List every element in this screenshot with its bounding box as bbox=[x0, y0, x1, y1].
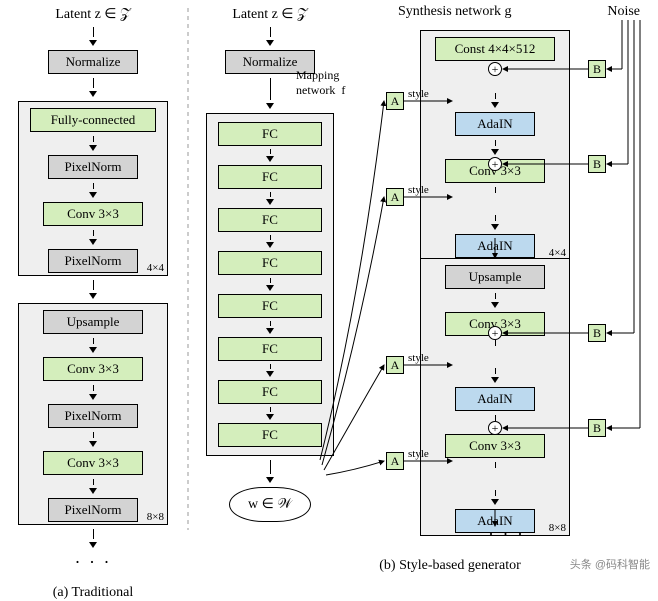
ellipsis-b: · · · bbox=[488, 524, 525, 545]
synth-block-8x8: Upsample Conv 3×3 AdaIN Conv 3×3 AdaIN 8… bbox=[420, 258, 570, 536]
conv-layer: Conv 3×3 bbox=[43, 451, 143, 475]
block-4x4-a: Fully-connected PixelNorm Conv 3×3 Pixel… bbox=[18, 101, 168, 276]
block-size-label: 4×4 bbox=[147, 262, 164, 274]
panel-traditional: Latent z ∈ 𝒵 Normalize Fully-connected P… bbox=[18, 6, 168, 601]
fc-layer: FC bbox=[218, 251, 322, 275]
fc-layer: FC bbox=[218, 294, 322, 318]
watermark: 头条 @码科智能 bbox=[570, 556, 650, 572]
latent-label-b: Latent z ∈ 𝒵 bbox=[232, 6, 307, 23]
style-A-block: A bbox=[386, 452, 404, 470]
caption-a: (a) Traditional bbox=[53, 585, 134, 601]
adain-layer: AdaIN bbox=[455, 234, 535, 258]
fc-layer: FC bbox=[218, 423, 322, 447]
add-noise-node: + bbox=[488, 421, 502, 435]
fc-layer: Fully-connected bbox=[30, 108, 156, 132]
const-layer: Const 4×4×512 bbox=[435, 37, 555, 61]
style-label: style bbox=[408, 88, 429, 100]
pixelnorm-layer: PixelNorm bbox=[48, 249, 138, 273]
pixelnorm-layer: PixelNorm bbox=[48, 498, 138, 522]
noise-B-block: B bbox=[588, 155, 606, 173]
noise-B-block: B bbox=[588, 419, 606, 437]
fc-layer: FC bbox=[218, 122, 322, 146]
caption-b: (b) Style-based generator bbox=[300, 558, 600, 574]
ellipsis-a: · · · bbox=[75, 552, 112, 573]
style-label: style bbox=[408, 184, 429, 196]
style-label: style bbox=[408, 448, 429, 460]
noise-B-block: B bbox=[588, 60, 606, 78]
upsample-layer: Upsample bbox=[43, 310, 143, 334]
conv-layer: Conv 3×3 bbox=[43, 202, 143, 226]
adain-layer: AdaIN bbox=[455, 112, 535, 136]
pixelnorm-layer: PixelNorm bbox=[48, 404, 138, 428]
pixelnorm-layer: PixelNorm bbox=[48, 155, 138, 179]
fc-stack: FC FC FC FC FC FC FC FC bbox=[206, 113, 334, 456]
conv-layer: Conv 3×3 bbox=[445, 434, 545, 458]
upsample-layer: Upsample bbox=[445, 265, 545, 289]
block-size-label: 8×8 bbox=[147, 511, 164, 523]
fc-layer: FC bbox=[218, 165, 322, 189]
block-size-label: 8×8 bbox=[549, 522, 566, 534]
style-A-block: A bbox=[386, 92, 404, 110]
style-A-block: A bbox=[386, 356, 404, 374]
fc-layer: FC bbox=[218, 380, 322, 404]
mapping-label: Mapping network f bbox=[296, 68, 345, 98]
noise-label: Noise bbox=[607, 4, 640, 20]
noise-B-block: B bbox=[588, 324, 606, 342]
w-latent: w ∈ 𝒲 bbox=[229, 487, 311, 522]
style-label: style bbox=[408, 352, 429, 364]
latent-label-a: Latent z ∈ 𝒵 bbox=[55, 6, 130, 23]
add-noise-node: + bbox=[488, 157, 502, 171]
style-A-block: A bbox=[386, 188, 404, 206]
mapping-network: Latent z ∈ 𝒵 Normalize Mapping network f… bbox=[200, 6, 340, 522]
normalize-a: Normalize bbox=[48, 50, 138, 74]
conv-layer: Conv 3×3 bbox=[43, 357, 143, 381]
fc-layer: FC bbox=[218, 337, 322, 361]
fc-layer: FC bbox=[218, 208, 322, 232]
synth-label: Synthesis network g bbox=[398, 4, 512, 20]
block-8x8-a: Upsample Conv 3×3 PixelNorm Conv 3×3 Pix… bbox=[18, 303, 168, 525]
add-noise-node: + bbox=[488, 62, 502, 76]
adain-layer: AdaIN bbox=[455, 387, 535, 411]
add-noise-node: + bbox=[488, 326, 502, 340]
